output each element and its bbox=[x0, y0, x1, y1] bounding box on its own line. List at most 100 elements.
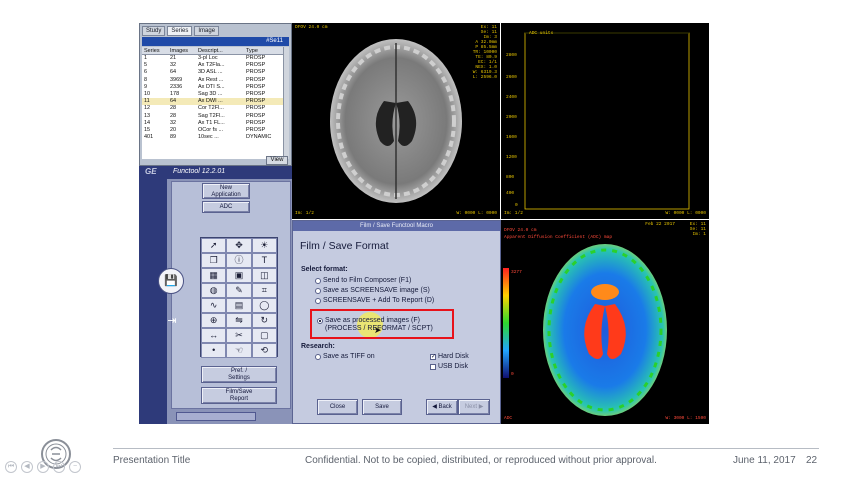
tab-study[interactable]: Study bbox=[142, 26, 166, 36]
usb-disk-checkbox[interactable]: USB Disk bbox=[430, 363, 468, 370]
first-slide-icon[interactable]: ⏮ bbox=[5, 461, 17, 473]
option-label: Send to Film Composer (F1) bbox=[323, 277, 412, 284]
ellipse-icon[interactable]: ◯ bbox=[251, 298, 277, 313]
series-table-row[interactable]: 5 32 Ax T2Fla... PROSP bbox=[142, 62, 283, 69]
back-button[interactable]: ◀ Back bbox=[426, 399, 458, 415]
radio-button[interactable] bbox=[315, 353, 321, 360]
series-table-cell: 401 bbox=[144, 134, 154, 141]
checkbox[interactable] bbox=[430, 363, 436, 370]
graph-y-tick: 2600 bbox=[506, 75, 517, 80]
crop-icon[interactable]: ⌗ bbox=[251, 283, 277, 298]
series-table-row[interactable]: 10 178 Sag 3D ... PROSP bbox=[142, 91, 283, 98]
prev-slide-icon[interactable]: ◀ bbox=[21, 461, 33, 473]
series-table-row[interactable]: 14 32 Ax T1 FL... PROSP bbox=[142, 120, 283, 127]
graph-footer-left: Im: 1/2 bbox=[504, 211, 523, 216]
last-slide-icon[interactable]: ⏭ bbox=[53, 461, 65, 473]
graph-footer-right: W: 0000 L: 0000 bbox=[665, 211, 706, 216]
option-send-to-film-composer[interactable]: Send to Film Composer (F1) bbox=[315, 277, 411, 284]
column-header-description[interactable]: Descript... bbox=[198, 47, 246, 54]
series-table-cell: 3D ASL ... bbox=[198, 69, 223, 76]
series-table-cell: Ax Rest ... bbox=[198, 76, 224, 83]
text-icon[interactable]: T bbox=[251, 253, 277, 268]
brightness-icon[interactable]: ☀ bbox=[251, 238, 277, 253]
compass-icon[interactable]: ◍ bbox=[201, 283, 227, 298]
series-table-row[interactable]: 15 20 OCor fs ... PROSP bbox=[142, 127, 283, 134]
adc-map-viewport[interactable]: DFOV 24.0 cm Apparent Diffusion Coeffici… bbox=[501, 220, 709, 424]
film-save-dialog: Film / Save Functool Macro Film / Save F… bbox=[292, 220, 501, 424]
prefs-settings-button[interactable]: Pref. / Settings bbox=[201, 366, 277, 383]
next-slide-icon[interactable]: ▶ bbox=[37, 461, 49, 473]
flip-icon[interactable]: ⇋ bbox=[226, 313, 252, 328]
series-tabs: Study Series Image bbox=[142, 26, 220, 36]
page-number: 22 bbox=[806, 455, 818, 466]
zoom-icon[interactable]: ⊕ bbox=[201, 313, 227, 328]
radio-button-selected[interactable] bbox=[317, 318, 323, 324]
graph-series-label: ADC units bbox=[529, 31, 554, 36]
save-button[interactable]: Save bbox=[362, 399, 402, 415]
column-header-series[interactable]: Series bbox=[142, 47, 170, 54]
curve-icon[interactable]: ∿ bbox=[201, 298, 227, 313]
series-table-row[interactable]: 11 64 Ax DWI ... PROSP bbox=[142, 98, 283, 106]
grid-icon[interactable]: ▦ bbox=[201, 268, 227, 283]
hard-disk-checkbox[interactable]: ✓ Hard Disk bbox=[430, 353, 469, 360]
tab-image[interactable]: Image bbox=[194, 26, 220, 36]
arrow-icon[interactable]: ➚ bbox=[201, 238, 227, 253]
series-table-cell: 15 bbox=[144, 126, 151, 133]
film-save-report-button[interactable]: Film/Save Report bbox=[201, 387, 277, 404]
series-table-row[interactable]: 401 89 10sec ... DYNAMIC bbox=[142, 134, 283, 141]
reset-icon[interactable]: ⟲ bbox=[251, 343, 277, 358]
adc-graph-viewport[interactable]: ADC units 2800 2600 2400 2000 1600 1200 … bbox=[501, 23, 709, 219]
series-table-row[interactable]: 12 28 Cor T2Fl... PROSP bbox=[142, 105, 283, 112]
scissors-icon[interactable]: ✂ bbox=[226, 328, 252, 343]
new-application-button[interactable]: New Application bbox=[202, 183, 250, 199]
radio-button[interactable] bbox=[315, 297, 321, 304]
series-table-cell: PROSP bbox=[246, 55, 266, 61]
series-scrollbar[interactable] bbox=[283, 47, 289, 159]
series-table-cell: 10sec ... bbox=[198, 134, 219, 141]
option-screensave-image[interactable]: Save as SCREENSAVE image (S) bbox=[315, 287, 430, 294]
zoom-out-icon[interactable]: − bbox=[69, 461, 81, 473]
rotate-icon[interactable]: ↻ bbox=[251, 313, 277, 328]
series-table-cell: Ax DTI S... bbox=[198, 83, 225, 90]
layout-icon[interactable]: ▣ bbox=[226, 268, 252, 283]
next-arrow-icon: ▶ bbox=[477, 404, 484, 410]
hand-icon[interactable]: ☜ bbox=[226, 343, 252, 358]
tab-series[interactable]: Series bbox=[167, 26, 193, 36]
next-button[interactable]: Next ▶ bbox=[458, 399, 490, 415]
radio-button[interactable] bbox=[315, 287, 321, 294]
copy-icon[interactable]: ❐ bbox=[201, 253, 227, 268]
column-header-images[interactable]: Images bbox=[170, 47, 198, 54]
adc-button[interactable]: ADC bbox=[202, 201, 250, 213]
view-button[interactable]: View bbox=[266, 156, 288, 165]
series-table: Series Images Descript... Type 1 21 3-pl L… bbox=[142, 47, 283, 159]
functool-version: Functool 12.2.01 bbox=[173, 168, 226, 175]
column-header-type[interactable]: Type bbox=[246, 47, 283, 54]
point-icon[interactable]: • bbox=[201, 343, 227, 358]
annotate-icon[interactable]: ✎ bbox=[226, 283, 252, 298]
radio-button[interactable] bbox=[315, 277, 321, 284]
option-screensave-add-report[interactable]: SCREENSAVE + Add To Report (D) bbox=[315, 297, 434, 304]
dwi-viewport[interactable]: DFOV 24.0 cm Ex: 11 Se: 11 Im: 3 A 32.0m… bbox=[292, 23, 500, 219]
close-button[interactable]: Close bbox=[317, 399, 358, 415]
export-icon[interactable]: ⇥ bbox=[162, 314, 182, 330]
series-table-row[interactable]: 6 64 3D ASL ... PROSP bbox=[142, 69, 283, 76]
move-icon[interactable]: ✥ bbox=[226, 238, 252, 253]
next-label: Next bbox=[464, 404, 478, 410]
option-save-tiff[interactable]: Save as TIFF on bbox=[315, 353, 375, 360]
measure-icon[interactable]: ↔ bbox=[201, 328, 227, 343]
series-table-row[interactable]: 9 2336 Ax DTI S... PROSP bbox=[142, 84, 283, 91]
checkbox-label: USB Disk bbox=[438, 363, 468, 370]
disk-icon[interactable]: 💾 bbox=[158, 268, 184, 294]
series-table-row[interactable]: 1 21 3-pl Loc PROSP bbox=[142, 55, 283, 62]
info-icon[interactable]: ⓘ bbox=[226, 253, 252, 268]
box-icon[interactable]: ▢ bbox=[251, 328, 277, 343]
roi-icon[interactable]: ◫ bbox=[251, 268, 277, 283]
series-table-row[interactable]: 13 28 Sag T2Fl... PROSP bbox=[142, 113, 283, 120]
film-icon[interactable]: ▤ bbox=[226, 298, 252, 313]
dwi-brain-image bbox=[330, 39, 462, 203]
series-table-row[interactable]: 8 3969 Ax Rest ... PROSP bbox=[142, 77, 283, 84]
series-table-cell: PROSP bbox=[246, 119, 266, 126]
checkbox-checked[interactable]: ✓ bbox=[430, 353, 436, 360]
adc-info-line: Im: 1 bbox=[692, 232, 706, 237]
horizontal-scrollbar[interactable] bbox=[176, 412, 256, 421]
